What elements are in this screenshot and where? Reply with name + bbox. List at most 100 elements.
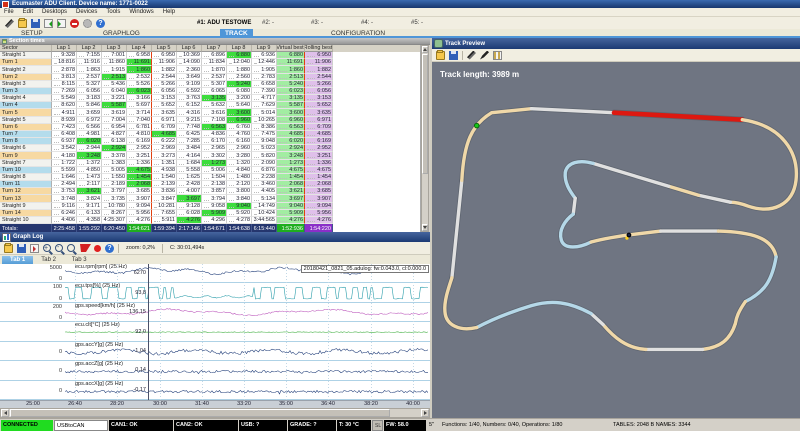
time-cell: 4:316 [177,109,202,116]
tab-graphlog[interactable]: GRAPHLOG [98,29,145,38]
device-slot-3[interactable]: #3: - [311,20,323,26]
table-scrollbar[interactable] [421,45,429,232]
stop-icon[interactable] [70,19,79,28]
menu-item-desktops[interactable]: Desktops [42,9,67,15]
sector-name: Straight 6 [2,145,27,151]
time-value: 2:944 [86,145,101,151]
time-cell: 3:542 [52,145,77,152]
time-value: 8:939 [61,117,76,123]
open-icon[interactable] [436,51,445,60]
graph-channel-strip: ecu.clt[°C] (25 Hz)92,0 [0,322,430,341]
open-icon[interactable] [18,19,27,28]
device-slot-5[interactable]: #5: - [411,20,423,26]
zoom-out-icon[interactable] [55,244,63,252]
time-cell: 6:781 [127,124,152,131]
gear-icon[interactable] [83,19,92,28]
help-icon[interactable] [105,244,114,253]
menu-item-file[interactable]: File [4,9,14,15]
time-cell: 3:600 [277,109,305,116]
time-value: 5:134 [261,196,276,202]
time-value: 2:952 [136,145,151,151]
save-icon[interactable] [449,51,458,60]
menu-item-help[interactable]: Help [163,9,175,15]
write-icon[interactable] [57,19,66,28]
time-cell: 11:916 [77,59,102,66]
time-gridline [160,264,161,400]
leader-dots [154,105,159,107]
leader-dots [179,127,184,129]
time-value: 1:336 [317,160,332,166]
leader-dots [54,199,59,201]
help-icon[interactable] [96,19,105,28]
device-slot-2[interactable]: #2: - [262,20,274,26]
edit-icon[interactable] [480,51,489,60]
leader-dots [79,163,84,165]
menu-item-tools[interactable]: Tools [106,9,120,15]
track-preview-title: Track Preview [445,41,485,47]
zoom-fit-icon[interactable] [67,244,75,252]
totals-label-cell: Totals: [0,224,52,232]
time-value: 2:138 [211,181,226,187]
time-cell: 5:909 [277,210,305,217]
sector-name: Turn 10 [2,167,22,173]
track-map[interactable]: Track length: 3989 m [432,62,800,418]
time-cell: 3:748 [52,195,77,202]
device-slot-4[interactable]: #4: - [361,20,373,26]
menu-item-edit[interactable]: Edit [23,9,33,15]
track-segment-outline [745,257,776,302]
save-icon[interactable] [31,19,40,28]
time-value: 4:685 [289,131,304,137]
read-icon[interactable] [44,19,53,28]
tab-configuration[interactable]: CONFIGURATION [326,29,390,38]
tool-icon[interactable] [5,19,14,28]
time-value: 3:714 [136,110,151,116]
leader-dots [279,84,287,86]
channel-label: gps.accY[g] (25 Hz) [75,342,123,348]
device-slot-1[interactable]: #1: ADU TESTOWE [197,20,251,26]
time-cell: 18:816 [52,59,77,66]
save-icon[interactable] [17,244,26,253]
leader-dots [104,141,109,143]
graph-tab-1[interactable]: Tab 1 [2,256,33,264]
leader-dots [254,184,259,186]
totals-cell: 1:54:220 [305,224,333,232]
sector-name-cell: Turn 2 [0,74,52,81]
time-cell: 4:685 [305,131,333,138]
menu-item-windows[interactable]: Windows [129,9,153,15]
time-cell: 7:629 [252,102,277,109]
leader-dots [254,84,259,86]
time-cell: 11:906 [152,59,177,66]
graph-tab-3[interactable]: Tab 3 [64,256,95,264]
time-value: 6:937 [61,138,76,144]
graph-plot-area[interactable]: ecu.rpm[rpm] (25 Hz)500006270ecu.tps[%] … [0,264,430,400]
time-cell: 7:004 [102,117,127,124]
record-icon[interactable] [94,245,101,252]
leader-dots [179,113,184,115]
open-icon[interactable] [4,244,13,253]
time-cell: 5:006 [202,167,227,174]
time-value: 3:685 [317,188,332,194]
zoom-in-icon[interactable] [43,244,51,252]
time-cell: 3:251 [305,152,333,159]
time-cell: 4:717 [252,95,277,102]
tab-track[interactable]: TRACK [220,29,253,38]
track-segment-turn [730,120,796,209]
leader-dots [154,98,159,100]
track-segment-outline [603,325,646,350]
marker-icon[interactable] [78,244,91,252]
menu-item-devices[interactable]: Devices [76,9,97,15]
cursor-value-label: 0,14 [94,367,146,373]
column-header-label: Lap 5 [157,45,172,51]
time-value: 4:358 [86,217,101,223]
graph-tab-2[interactable]: Tab 2 [33,256,64,264]
graph-scrollbar[interactable] [0,408,430,418]
time-value: 10:369 [183,52,201,58]
graph-cursor-line[interactable] [148,264,149,400]
sectors-icon[interactable] [493,51,502,60]
export-icon[interactable] [30,244,39,253]
time-cell: 3:907 [305,195,333,202]
tool-icon[interactable] [467,51,476,60]
sector-name: Straight 9 [2,203,27,209]
sector-name-cell: Turn 10 [0,167,52,174]
sector-name-cell: Straight 3 [0,81,52,88]
